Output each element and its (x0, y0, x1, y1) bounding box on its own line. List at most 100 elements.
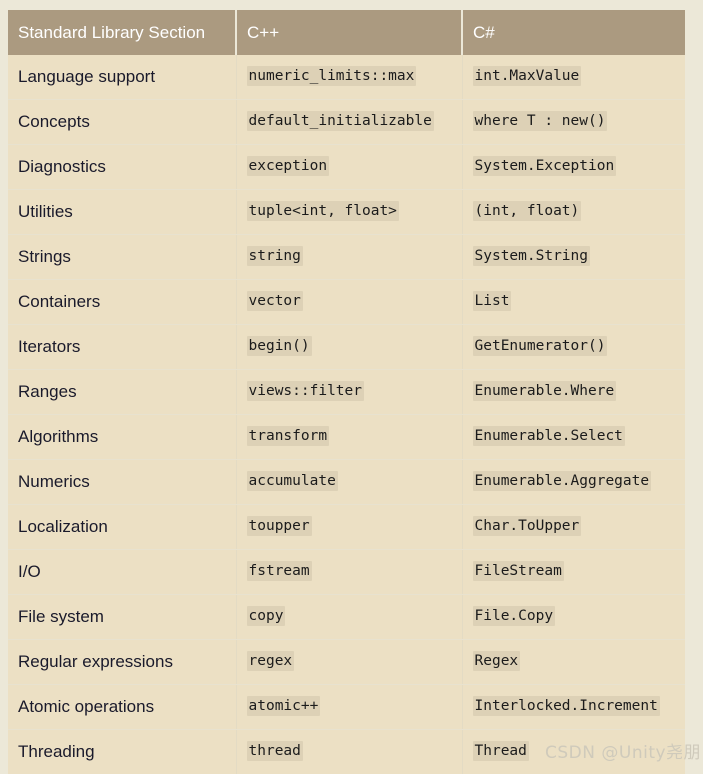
cell-cpp: transform (236, 415, 462, 460)
cell-section: Utilities (8, 190, 236, 235)
cell-csharp: Regex (462, 640, 685, 685)
code-chip-cpp: begin() (247, 336, 312, 356)
cell-section: Concepts (8, 100, 236, 145)
table-row: Atomic operations atomic++ Interlocked.Inc… (8, 685, 685, 730)
code-chip-csharp: Char.ToUpper (473, 516, 582, 536)
table-row: Algorithms transform Enumerable.Select (8, 415, 685, 460)
cell-section: Atomic operations (8, 685, 236, 730)
column-header-section: Standard Library Section (8, 10, 236, 55)
code-chip-csharp: Enumerable.Aggregate (473, 471, 652, 491)
table-row: Concepts default_initializable where T : n… (8, 100, 685, 145)
cell-csharp: File.Copy (462, 595, 685, 640)
table-row: Utilities tuple<int, float> (int, float) (8, 190, 685, 235)
code-chip-csharp: Enumerable.Select (473, 426, 625, 446)
cell-csharp: Enumerable.Where (462, 370, 685, 415)
table-row: Ranges views::filter Enumerable.Where (8, 370, 685, 415)
code-chip-csharp: Interlocked.Increment (473, 696, 660, 716)
cell-csharp: where T : new() (462, 100, 685, 145)
cell-csharp: Interlocked.Increment (462, 685, 685, 730)
cell-csharp: System.String (462, 235, 685, 280)
cell-section: Localization (8, 505, 236, 550)
cell-csharp: GetEnumerator() (462, 325, 685, 370)
code-chip-cpp: thread (247, 741, 303, 761)
code-chip-cpp: default_initializable (247, 111, 434, 131)
cell-cpp: toupper (236, 505, 462, 550)
table-row: Localization toupper Char.ToUpper (8, 505, 685, 550)
cell-csharp: Enumerable.Select (462, 415, 685, 460)
cell-csharp: int.MaxValue (462, 55, 685, 100)
column-header-cpp: C++ (236, 10, 462, 55)
cell-section: Algorithms (8, 415, 236, 460)
code-chip-csharp: List (473, 291, 512, 311)
code-chip-csharp: System.String (473, 246, 591, 266)
code-chip-csharp: File.Copy (473, 606, 556, 626)
table-row: Iterators begin() GetEnumerator() (8, 325, 685, 370)
cell-section: Diagnostics (8, 145, 236, 190)
code-chip-cpp: atomic++ (247, 696, 321, 716)
code-chip-cpp: exception (247, 156, 330, 176)
cell-cpp: copy (236, 595, 462, 640)
table-header-row: Standard Library Section C++ C# (8, 10, 685, 55)
code-chip-cpp: accumulate (247, 471, 338, 491)
code-chip-cpp: numeric_limits::max (247, 66, 417, 86)
code-chip-csharp: System.Exception (473, 156, 617, 176)
cell-cpp: accumulate (236, 460, 462, 505)
cell-section: Strings (8, 235, 236, 280)
cell-section: Threading (8, 730, 236, 774)
code-chip-csharp: Thread (473, 741, 529, 761)
cell-csharp: Enumerable.Aggregate (462, 460, 685, 505)
code-chip-cpp: tuple<int, float> (247, 201, 399, 221)
cell-cpp: vector (236, 280, 462, 325)
code-chip-cpp: regex (247, 651, 295, 671)
code-chip-cpp: vector (247, 291, 303, 311)
cell-cpp: exception (236, 145, 462, 190)
table-body: Language supportnumeric_limits::maxint.M… (8, 55, 685, 774)
cell-cpp: atomic++ (236, 685, 462, 730)
cell-cpp: views::filter (236, 370, 462, 415)
table-row: Strings string System.String (8, 235, 685, 280)
code-chip-csharp: int.MaxValue (473, 66, 582, 86)
table-row: Containers vector List (8, 280, 685, 325)
cell-section: Containers (8, 280, 236, 325)
comparison-table-container: Standard Library Section C++ C# Language… (8, 10, 685, 774)
code-chip-csharp: GetEnumerator() (473, 336, 608, 356)
code-chip-csharp: Enumerable.Where (473, 381, 617, 401)
cell-section: File system (8, 595, 236, 640)
code-chip-csharp: where T : new() (473, 111, 608, 131)
cell-csharp: Thread (462, 730, 685, 774)
code-chip-cpp: views::filter (247, 381, 365, 401)
table-row: Diagnostics exception System.Exception (8, 145, 685, 190)
table-row: I/O fstream FileStream (8, 550, 685, 595)
cell-section: Iterators (8, 325, 236, 370)
cell-section: Numerics (8, 460, 236, 505)
cell-cpp: tuple<int, float> (236, 190, 462, 235)
cell-section: Ranges (8, 370, 236, 415)
cell-section: Regular expressions (8, 640, 236, 685)
stdlib-comparison-table: Standard Library Section C++ C# Language… (8, 10, 685, 774)
table-row: Threading thread Thread (8, 730, 685, 774)
table-row: Numerics accumulate Enumerable.Aggregate (8, 460, 685, 505)
cell-csharp: Char.ToUpper (462, 505, 685, 550)
cell-csharp: List (462, 280, 685, 325)
code-chip-csharp: (int, float) (473, 201, 582, 221)
cell-csharp: (int, float) (462, 190, 685, 235)
code-chip-csharp: FileStream (473, 561, 564, 581)
code-chip-cpp: transform (247, 426, 330, 446)
code-chip-cpp: toupper (247, 516, 312, 536)
cell-cpp: numeric_limits::max (236, 55, 462, 100)
cell-cpp: regex (236, 640, 462, 685)
code-chip-cpp: string (247, 246, 303, 266)
table-row: File system copy File.Copy (8, 595, 685, 640)
cell-cpp: thread (236, 730, 462, 774)
cell-cpp: fstream (236, 550, 462, 595)
column-header-csharp: C# (462, 10, 685, 55)
cell-cpp: string (236, 235, 462, 280)
table-row: Language supportnumeric_limits::maxint.M… (8, 55, 685, 100)
code-chip-cpp: copy (247, 606, 286, 626)
cell-csharp: System.Exception (462, 145, 685, 190)
code-chip-cpp: fstream (247, 561, 312, 581)
cell-section: I/O (8, 550, 236, 595)
cell-cpp: begin() (236, 325, 462, 370)
table-row: Regular expressions regex Regex (8, 640, 685, 685)
code-chip-csharp: Regex (473, 651, 521, 671)
